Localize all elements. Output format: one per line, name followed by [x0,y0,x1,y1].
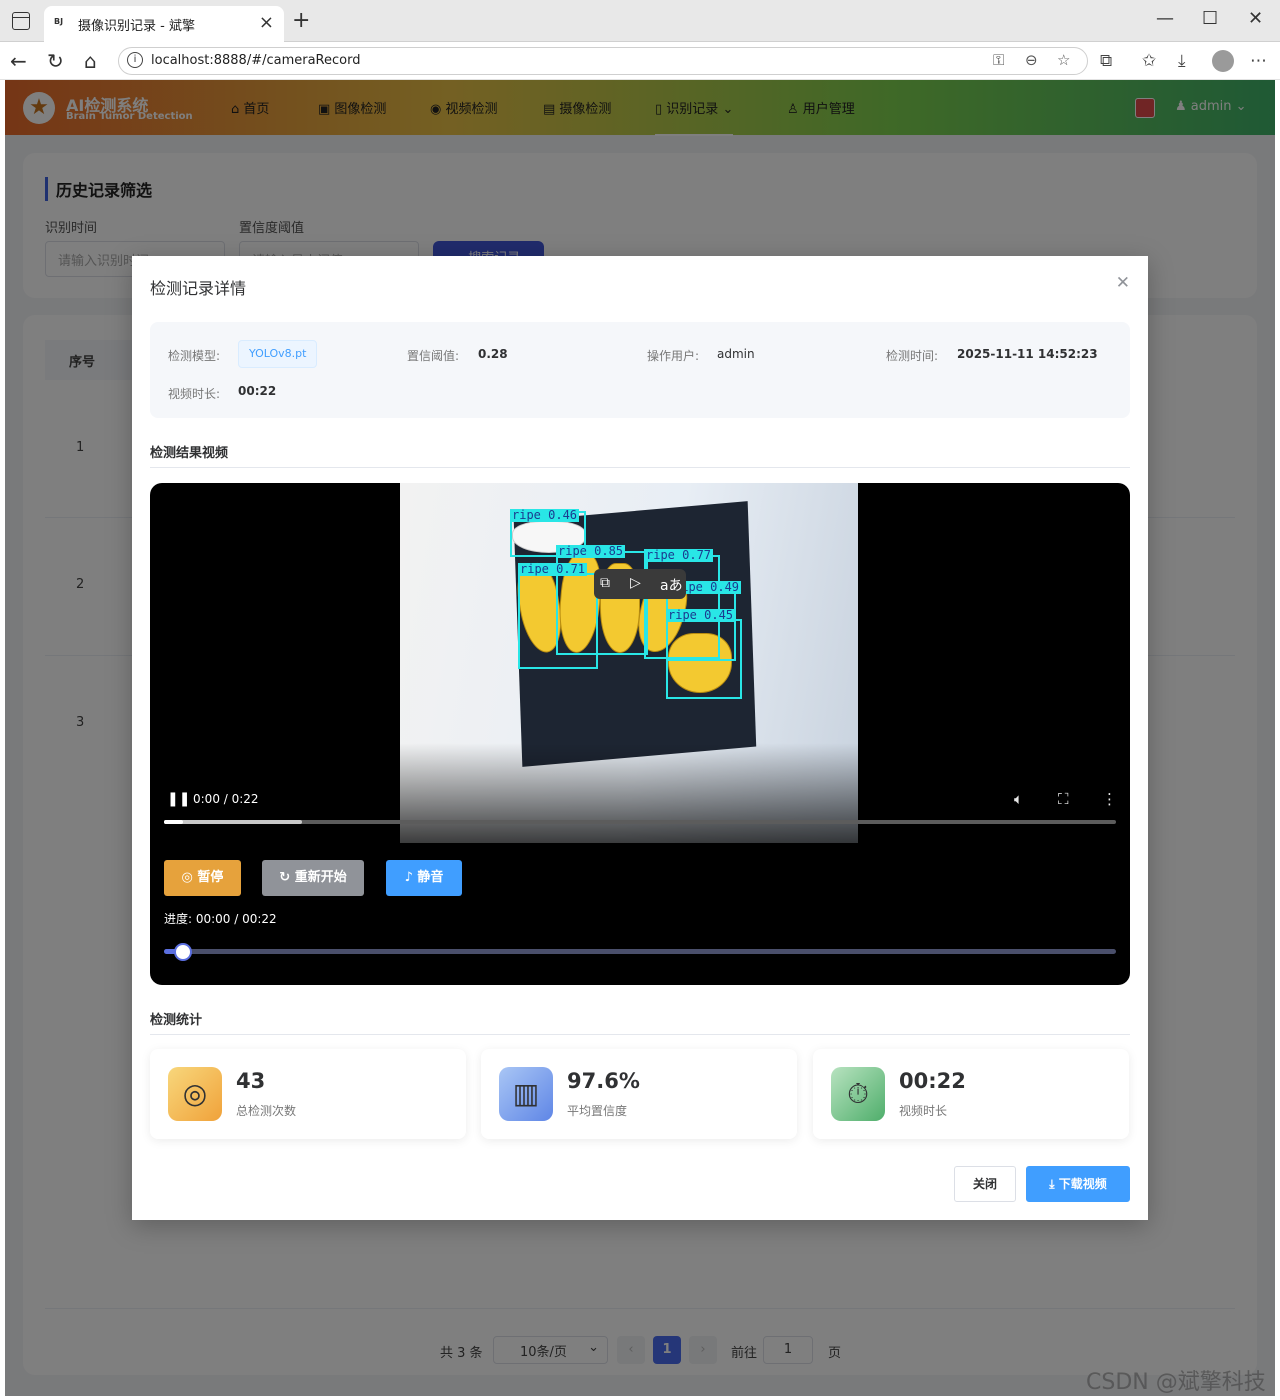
restart-button-label: 重新开始 [294,870,347,885]
home-icon[interactable]: ⌂ [84,49,97,73]
detection-label: ripe 0.46 [510,508,580,522]
detection-box [518,573,598,669]
pause-button[interactable]: ◎ 暂停 [164,860,241,896]
restart-button[interactable]: ↻ 重新开始 [262,860,364,896]
mute-button[interactable]: ♪ 静音 [386,860,462,896]
model-tag: YOLOv8.pt [238,340,318,368]
close-button[interactable]: 关闭 [954,1166,1016,1202]
section-divider [150,1034,1130,1035]
target-icon: ◎ [168,1067,222,1121]
video-buffered [164,820,303,824]
video-seek-bar[interactable] [164,820,1116,824]
detection-label: ripe 0.71 [518,562,588,576]
video-section-title: 检测结果视频 [150,446,229,461]
stat-confidence-value: 97.6% [567,1069,640,1093]
video-controls-gradient [150,743,1130,843]
fullscreen-icon[interactable]: ⛶ [1058,790,1069,808]
key-icon[interactable]: ⚿ [993,51,1004,69]
stat-card-duration: ⏱ 00:22 视频时长 [813,1049,1129,1139]
pause-icon[interactable]: ❚❚ [167,791,190,807]
url-field[interactable]: i localhost:8888/#/cameraRecord ⚿ ⊖ ☆ [118,47,1088,75]
tab-favicon: BJ [54,17,64,26]
stat-total-label: 总检测次数 [236,1104,297,1118]
conf-value: 0.28 [478,347,508,361]
tab-actions-icon[interactable] [12,12,30,30]
pip-icon[interactable]: ⧉ [600,575,610,591]
download-icon[interactable]: ⤓ [1178,51,1186,71]
tab-title: 摄像识别记录 - 斌擎 [78,19,195,34]
cast-icon[interactable]: ▷ [630,575,641,591]
record-info-box: 检测模型: YOLOv8.pt 置信阈值: 0.28 操作用户: admin 检… [150,322,1130,418]
progress-slider[interactable] [164,949,1116,954]
progress-text: 进度: 00:00 / 00:22 [164,912,277,926]
detection-box [666,619,742,699]
video-time-display: 0:00 / 0:22 [193,792,259,806]
duration-value: 00:22 [238,384,277,398]
user-value: admin [717,347,755,361]
address-bar: ← ↻ ⌂ i localhost:8888/#/cameraRecord ⚿ … [0,42,1280,80]
video-more-icon[interactable]: ⋮ [1102,790,1117,808]
section-divider [150,467,1130,468]
stat-card-confidence: ▥ 97.6% 平均置信度 [481,1049,797,1139]
mute-button-label: 静音 [417,870,444,885]
profile-avatar[interactable] [1212,50,1234,72]
favorites-icon[interactable]: ✩ [1142,51,1156,71]
user-label: 操作用户: [647,349,700,363]
video-played [164,820,184,824]
detection-label: ripe 0.45 [666,608,736,622]
volume-icon[interactable]: 🔈︎ [1014,790,1023,808]
refresh-icon: ↻ [279,870,295,885]
site-info-icon[interactable]: i [127,52,143,68]
result-video-player[interactable]: ripe 0.46 ripe 0.85 ripe 0.77 ripe 0.71 … [150,483,1130,985]
bar-chart-icon: ▥ [499,1067,553,1121]
dialog-title: 检测记录详情 [150,279,247,298]
minimize-icon[interactable]: — [1156,8,1174,29]
conf-label: 置信阈值: [407,349,460,363]
more-icon[interactable]: ⋯ [1250,51,1267,71]
stat-total-value: 43 [236,1069,266,1093]
pause-circle-icon: ◎ [181,870,198,885]
stat-confidence-label: 平均置信度 [567,1104,628,1118]
video-overlay-toolbar: ⧉ ▷ aあ [594,569,686,599]
duration-label: 视频时长: [168,387,221,401]
tab-close-icon[interactable]: × [259,12,274,33]
url-text: localhost:8888/#/cameraRecord [151,53,361,68]
browser-tab[interactable]: BJ 摄像识别记录 - 斌擎 × [44,6,284,42]
model-label: 检测模型: [168,349,221,363]
time-value: 2025-11-11 14:52:23 [957,347,1098,361]
back-icon[interactable]: ← [10,49,27,73]
progress-slider-handle[interactable] [174,943,193,961]
dialog-close-icon[interactable]: ✕ [1116,273,1130,293]
extensions-icon[interactable]: ⧉ [1100,51,1112,71]
translate-icon[interactable]: aあ [660,575,683,595]
stat-duration-label: 视频时长 [899,1104,948,1118]
maximize-icon[interactable]: ☐ [1202,8,1218,29]
microphone-icon: ♪ [404,870,418,885]
watermark: CSDN @斌擎科技 [1086,1370,1266,1395]
stat-card-total: ◎ 43 总检测次数 [150,1049,466,1139]
browser-tab-bar: BJ 摄像识别记录 - 斌擎 × + — ☐ ✕ [0,0,1280,42]
window-close-icon[interactable]: ✕ [1248,8,1263,29]
detection-label: ripe 0.85 [556,544,626,558]
stopwatch-icon: ⏱ [831,1067,885,1121]
stat-duration-value: 00:22 [899,1069,966,1093]
favorite-star-icon[interactable]: ☆ [1057,51,1070,69]
reload-icon[interactable]: ↻ [47,49,64,73]
record-detail-dialog: 检测记录详情 ✕ 检测模型: YOLOv8.pt 置信阈值: 0.28 操作用户… [132,256,1148,1220]
download-button-label: 下载视频 [1058,1177,1107,1191]
download-icon: ⤓ [1049,1177,1059,1191]
time-label: 检测时间: [886,349,939,363]
pause-button-label: 暂停 [197,870,224,885]
download-video-button[interactable]: ⤓ 下载视频 [1026,1166,1130,1202]
detection-label: ripe 0.77 [644,548,714,562]
new-tab-icon[interactable]: + [292,8,310,33]
zoom-icon[interactable]: ⊖ [1025,51,1038,69]
stats-section-title: 检测统计 [150,1013,203,1028]
